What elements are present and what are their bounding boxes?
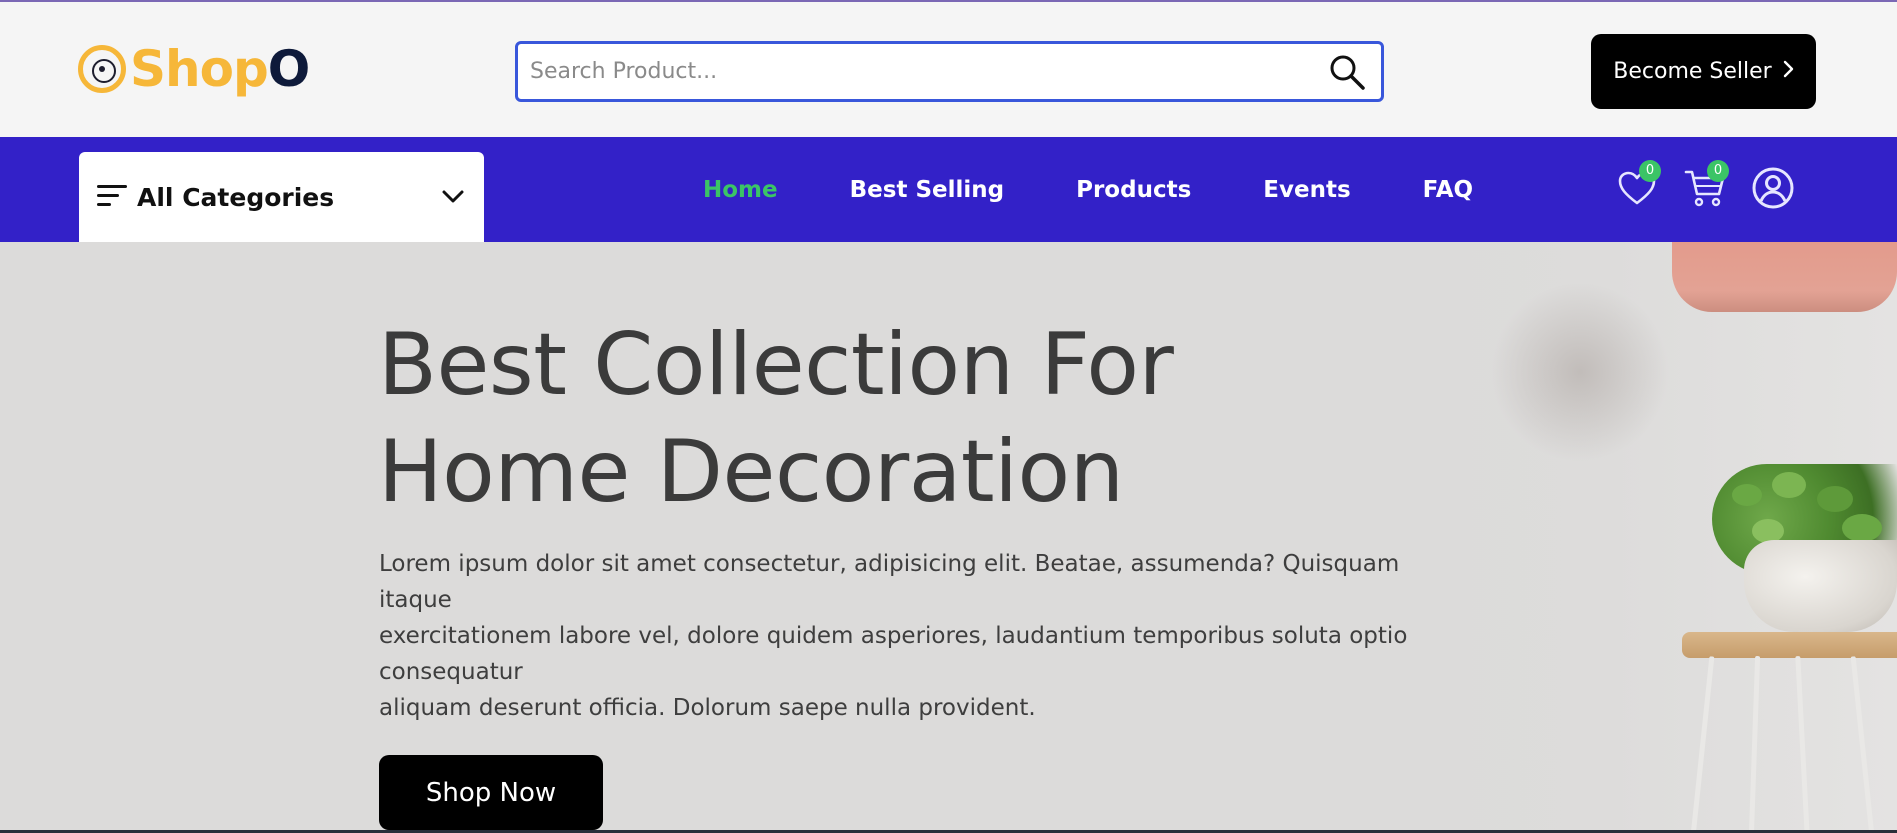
user-icon xyxy=(1751,166,1795,214)
side-table-image xyxy=(1682,632,1897,658)
hero-desc-line-3: exercitationem labore vel, dolore quidem… xyxy=(379,623,1408,649)
nav-link-products[interactable]: Products xyxy=(1076,177,1191,203)
nav-icons: 0 0 xyxy=(1615,137,1795,242)
cart-button[interactable]: 0 xyxy=(1683,159,1729,212)
hero-desc-line-5: aliquam deserunt officia. Dolorum saepe … xyxy=(379,695,1036,721)
nav-links: Home Best Selling Products Events FAQ xyxy=(703,137,1545,242)
hero-desc-line-4: consequatur xyxy=(379,659,523,685)
hero-description: Lorem ipsum dolor sit amet consectetur, … xyxy=(379,546,1479,726)
nav-link-faq[interactable]: FAQ xyxy=(1423,177,1473,203)
shop-now-button[interactable]: Shop Now xyxy=(379,755,603,830)
wishlist-count-badge: 0 xyxy=(1639,159,1661,182)
nav-link-best-selling[interactable]: Best Selling xyxy=(850,177,1004,203)
pendant-lamp-image xyxy=(1672,242,1897,312)
wishlist-button[interactable]: 0 xyxy=(1615,159,1661,212)
search-input[interactable] xyxy=(518,44,1327,99)
all-categories-label: All Categories xyxy=(137,182,335,212)
chevron-down-icon xyxy=(438,190,468,204)
site-header: ShopO Become Seller xyxy=(0,2,1897,137)
hero-banner: Best Collection For Home Decoration Lore… xyxy=(0,242,1897,830)
plant-pot-image xyxy=(1744,540,1897,632)
logo-icon xyxy=(78,45,126,93)
main-navbar: All Categories Home Best Selling Product… xyxy=(0,137,1897,242)
chevron-right-icon xyxy=(1782,59,1794,84)
hero-desc-line-2: itaque xyxy=(379,587,452,613)
hero-desc-line-1: Lorem ipsum dolor sit amet consectetur, … xyxy=(379,551,1400,577)
hero-title-line-2: Home Decoration xyxy=(378,422,1124,522)
logo-text-o: O xyxy=(267,40,311,98)
logo-text-shop: Shop xyxy=(130,40,269,98)
menu-lines-icon xyxy=(97,185,127,209)
hero-title: Best Collection For Home Decoration xyxy=(378,312,1278,526)
search-icon[interactable] xyxy=(1327,52,1367,92)
logo[interactable]: ShopO xyxy=(78,44,310,94)
become-seller-button[interactable]: Become Seller xyxy=(1591,34,1816,109)
profile-button[interactable] xyxy=(1751,166,1795,214)
all-categories-dropdown[interactable]: All Categories xyxy=(79,152,484,242)
become-seller-label: Become Seller xyxy=(1613,59,1772,84)
search-box xyxy=(515,41,1384,102)
logo-text: ShopO xyxy=(130,44,310,94)
nav-link-events[interactable]: Events xyxy=(1263,177,1350,203)
nav-link-home[interactable]: Home xyxy=(703,177,778,203)
hero-title-line-1: Best Collection For xyxy=(378,315,1174,415)
lamp-shadow xyxy=(1490,282,1670,462)
cart-count-badge: 0 xyxy=(1707,159,1729,182)
